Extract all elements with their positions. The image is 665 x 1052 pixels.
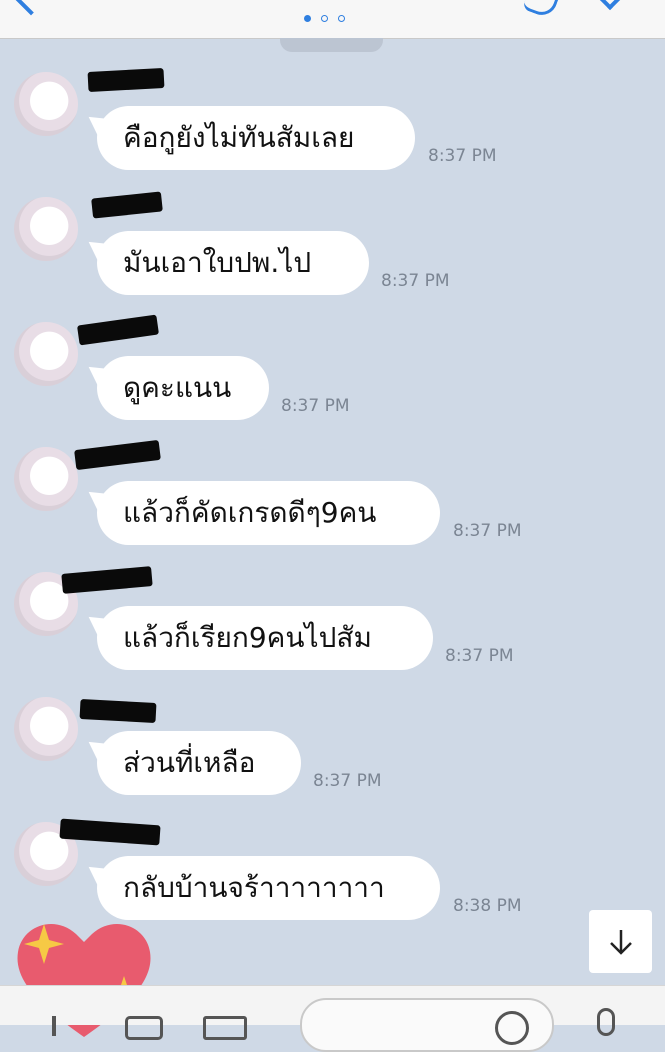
redacted-name	[76, 314, 160, 346]
page-dot	[338, 15, 345, 22]
message-time: 8:37 PM	[445, 646, 514, 666]
redacted-name	[91, 191, 163, 219]
message-time: 8:37 PM	[381, 271, 450, 291]
plus-icon[interactable]	[52, 1016, 56, 1036]
message-time: 8:37 PM	[281, 396, 350, 416]
image-icon[interactable]	[203, 1016, 247, 1040]
message-text: คือกูยังไม่ทันสัมเลย	[123, 121, 355, 154]
avatar[interactable]	[14, 72, 78, 136]
message-text: กลับบ้านจร้าาาาาาาา	[123, 871, 385, 904]
avatar[interactable]	[14, 697, 78, 761]
message-bubble[interactable]: คือกูยังไม่ทันสัมเลย	[97, 106, 415, 170]
redacted-name	[74, 439, 161, 471]
message-bubble[interactable]: มันเอาใบปพ.ไป	[97, 231, 369, 295]
page-dot	[304, 15, 311, 22]
redacted-name	[61, 566, 153, 594]
message-bubble[interactable]: ส่วนที่เหลือ	[97, 731, 301, 795]
redacted-name	[87, 68, 165, 92]
message-time: 8:37 PM	[453, 521, 522, 541]
chat-header	[0, 0, 665, 39]
message-row: มันเอาใบปพ.ไป 8:37 PM	[0, 191, 665, 315]
page-dot	[321, 15, 328, 22]
avatar[interactable]	[14, 322, 78, 386]
redacted-name	[79, 699, 157, 723]
message-text: แล้วก็คัดเกรดดีๆ9คน	[123, 496, 377, 529]
avatar[interactable]	[14, 197, 78, 261]
message-bubble[interactable]: กลับบ้านจร้าาาาาาาา	[97, 856, 440, 920]
emoji-icon[interactable]	[495, 1011, 529, 1045]
message-bubble[interactable]: แล้วก็เรียก9คนไปสัม	[97, 606, 433, 670]
page-indicator	[304, 15, 345, 22]
avatar[interactable]	[14, 447, 78, 511]
message-bubble[interactable]: ดูคะแนน	[97, 356, 269, 420]
message-bubble[interactable]: แล้วก็คัดเกรดดีๆ9คน	[97, 481, 440, 545]
message-row: แล้วก็คัดเกรดดีๆ9คน 8:37 PM	[0, 439, 665, 565]
message-time: 8:38 PM	[453, 896, 522, 916]
microphone-icon[interactable]	[597, 1008, 615, 1036]
phone-icon[interactable]	[521, 0, 562, 20]
arrow-down-icon	[609, 929, 632, 955]
message-text: ส่วนที่เหลือ	[123, 746, 256, 779]
pull-tab[interactable]	[280, 38, 383, 52]
back-chevron-icon[interactable]	[12, 0, 50, 16]
message-row: คือกูยังไม่ทันสัมเลย 8:37 PM	[0, 68, 665, 190]
message-row: ส่วนที่เหลือ 8:37 PM	[0, 695, 665, 815]
message-text: แล้วก็เรียก9คนไปสัม	[123, 621, 372, 654]
camera-icon[interactable]	[125, 1016, 163, 1040]
message-time: 8:37 PM	[313, 771, 382, 791]
message-row: แล้วก็เรียก9คนไปสัม 8:37 PM	[0, 566, 665, 690]
scroll-down-button[interactable]	[589, 910, 652, 973]
message-text: ดูคะแนน	[123, 371, 232, 404]
message-text: มันเอาใบปพ.ไป	[123, 246, 312, 279]
input-bar	[0, 985, 665, 1052]
chevron-down-icon[interactable]	[595, 0, 625, 11]
message-time: 8:37 PM	[428, 146, 497, 166]
message-row: ดูคะแนน 8:37 PM	[0, 314, 665, 440]
